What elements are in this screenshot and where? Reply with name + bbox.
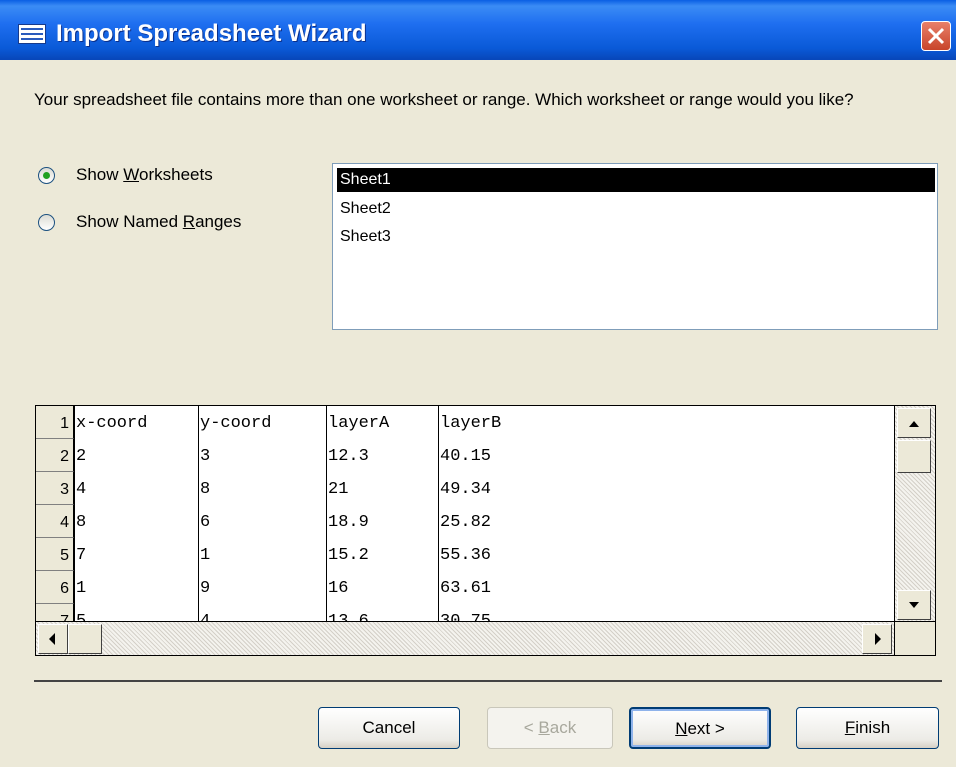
arrow-up-icon <box>909 421 919 427</box>
table-row: 7 5 4 13.6 30.75 <box>36 604 894 621</box>
table-row: 3 4 8 21 49.34 <box>36 472 894 505</box>
vertical-scroll-thumb[interactable] <box>897 440 931 473</box>
data-cell: 30.75 <box>438 604 491 621</box>
data-cell: 49.34 <box>438 472 491 505</box>
row-number[interactable]: 2 <box>36 439 74 472</box>
finish-button[interactable]: Finish <box>796 707 939 749</box>
data-cell: 6 <box>198 505 210 538</box>
data-preview-grid[interactable]: 1 x-coord y-coord layerA layerB 2 2 3 12… <box>35 405 895 622</box>
close-icon <box>927 27 945 45</box>
data-cell: 21 <box>326 472 348 505</box>
column-header-cell: y-coord <box>198 406 271 439</box>
vertical-scrollbar[interactable] <box>895 405 936 622</box>
column-header-cell: layerA <box>326 406 389 439</box>
data-cell: 3 <box>198 439 210 472</box>
radio-circle[interactable] <box>38 214 55 231</box>
show-worksheets-label: Show Worksheets <box>76 165 213 184</box>
data-cell: 8 <box>198 472 210 505</box>
window-title: Import Spreadsheet Wizard <box>56 20 367 47</box>
title-bar[interactable]: Import Spreadsheet Wizard <box>0 0 956 60</box>
data-cell: 1 <box>74 571 86 604</box>
divider <box>34 680 942 682</box>
radio-circle[interactable] <box>38 167 55 184</box>
list-item-sheet3[interactable]: Sheet3 <box>337 225 935 249</box>
show-named-ranges-label: Show Named Ranges <box>76 212 242 231</box>
horizontal-scroll-thumb[interactable] <box>68 624 102 654</box>
data-cell: 9 <box>198 571 210 604</box>
data-cell: 15.2 <box>326 538 369 571</box>
data-cell: 7 <box>74 538 86 571</box>
data-cell: 16 <box>326 571 348 604</box>
table-row: 1 x-coord y-coord layerA layerB <box>36 406 894 439</box>
data-cell: 63.61 <box>438 571 491 604</box>
column-header-cell: layerB <box>438 406 501 439</box>
horizontal-scrollbar[interactable] <box>35 622 895 656</box>
table-row: 4 8 6 18.9 25.82 <box>36 505 894 538</box>
scroll-left-button[interactable] <box>38 624 68 654</box>
back-button[interactable]: < Back <box>487 707 613 749</box>
scroll-down-button[interactable] <box>897 590 931 620</box>
data-cell: 40.15 <box>438 439 491 472</box>
row-number[interactable]: 1 <box>36 406 74 439</box>
data-cell: 25.82 <box>438 505 491 538</box>
table-row: 2 2 3 12.3 40.15 <box>36 439 894 472</box>
list-item-sheet1[interactable]: Sheet1 <box>337 168 935 192</box>
scroll-up-button[interactable] <box>897 408 931 438</box>
arrow-right-icon <box>875 633 881 645</box>
data-cell: 13.6 <box>326 604 369 621</box>
data-cell: 18.9 <box>326 505 369 538</box>
column-header-cell: x-coord <box>74 406 147 439</box>
data-cell: 2 <box>74 439 86 472</box>
spreadsheet-icon <box>18 24 46 44</box>
import-spreadsheet-wizard-dialog: Import Spreadsheet Wizard Your spreadshe… <box>0 0 956 767</box>
next-button[interactable]: Next > <box>629 707 771 749</box>
prompt-text: Your spreadsheet file contains more than… <box>34 90 854 109</box>
row-number[interactable]: 5 <box>36 538 74 571</box>
data-cell: 8 <box>74 505 86 538</box>
worksheet-list[interactable]: Sheet1 Sheet2 Sheet3 <box>332 163 938 330</box>
scrollbar-corner <box>895 622 936 656</box>
table-row: 6 1 9 16 63.61 <box>36 571 894 604</box>
data-cell: 5 <box>74 604 86 621</box>
data-cell: 12.3 <box>326 439 369 472</box>
data-cell: 55.36 <box>438 538 491 571</box>
data-cell: 4 <box>198 604 210 621</box>
radio-selected-dot <box>43 172 50 179</box>
scroll-right-button[interactable] <box>862 624 892 654</box>
arrow-left-icon <box>49 633 55 645</box>
close-button[interactable] <box>921 21 951 51</box>
row-number[interactable]: 3 <box>36 472 74 505</box>
data-cell: 4 <box>74 472 86 505</box>
row-number[interactable]: 7 <box>36 604 74 621</box>
row-number[interactable]: 6 <box>36 571 74 604</box>
list-item-sheet2[interactable]: Sheet2 <box>337 197 935 221</box>
arrow-down-icon <box>909 602 919 608</box>
cancel-button[interactable]: Cancel <box>318 707 460 749</box>
data-cell: 1 <box>198 538 210 571</box>
row-number[interactable]: 4 <box>36 505 74 538</box>
table-row: 5 7 1 15.2 55.36 <box>36 538 894 571</box>
